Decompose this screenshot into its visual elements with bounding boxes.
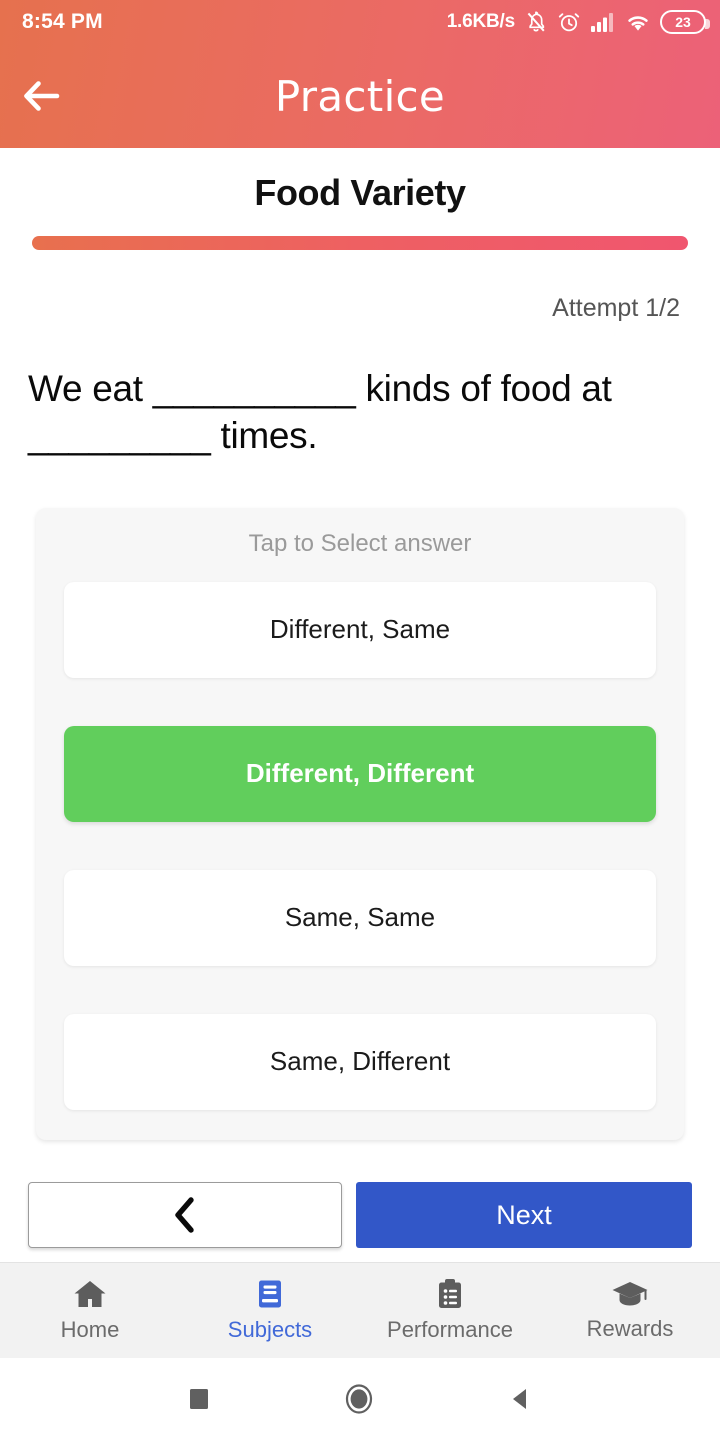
status-bar: 8:54 PM 1.6KB/s 23 [0,0,720,44]
answer-panel: Tap to Select answer Different, Same Dif… [36,507,684,1140]
app-header: 8:54 PM 1.6KB/s 23 Practice [0,0,720,148]
progress-fill [32,236,688,250]
battery-level: 23 [675,14,691,30]
nav-item-performance[interactable]: Performance [360,1263,540,1358]
book-icon [259,1280,281,1308]
answer-option-1[interactable]: Different, Same [64,581,656,678]
nav-item-label: Performance [387,1317,513,1342]
main-content: Food Variety Attempt 1/2 We eat ________… [0,148,720,1262]
status-icons: 1.6KB/s 23 [446,10,710,34]
alarm-icon [558,13,580,32]
previous-button[interactable] [28,1182,342,1248]
square-icon [189,1389,208,1409]
app-root: 8:54 PM 1.6KB/s 23 Practice Food Variety… [0,0,720,1440]
circle-icon [345,1384,373,1414]
answer-option-label: Different, Same [269,614,451,645]
network-speed-text: 1.6KB/s [446,11,516,32]
back-system-button[interactable] [507,1385,533,1413]
attempt-label: Attempt 1/2 [552,294,680,322]
bell-muted-icon [527,11,545,32]
recents-button[interactable] [187,1386,211,1412]
nav-item-label: Home [60,1317,120,1342]
clipboard-icon [439,1279,461,1308]
wifi-icon [628,16,648,31]
graduation-cap-icon [612,1282,648,1306]
arrow-left-icon [24,81,60,111]
answer-option-3[interactable]: Same, Same [64,869,656,966]
bottom-navigation: Home Subjects Performance Rewards [0,1262,720,1358]
nav-item-rewards[interactable]: Rewards [540,1263,720,1358]
nav-item-label: Rewards [586,1316,674,1341]
question-text: We eat __________ kinds of food at _____… [28,368,612,457]
home-button[interactable] [344,1383,374,1415]
triangle-left-icon [513,1389,527,1409]
answer-option-4[interactable]: Same, Different [64,1013,656,1110]
app-bar: Practice [0,44,720,148]
system-navigation-bar [0,1358,720,1440]
page-title: Practice [274,71,446,121]
answer-option-label: Different, Different [245,758,475,789]
answer-option-label: Same, Same [284,902,436,933]
answer-option-label: Same, Different [269,1046,451,1077]
nav-item-home[interactable]: Home [0,1263,180,1358]
battery-icon: 23 [660,10,710,34]
answer-hint: Tap to Select answer [248,529,472,557]
nav-item-label: Subjects [227,1317,313,1342]
nav-item-subjects[interactable]: Subjects [180,1263,360,1358]
progress-bar [32,236,688,250]
chevron-left-icon [175,1197,194,1233]
signal-icon [591,13,613,32]
home-icon [74,1281,106,1307]
status-time: 8:54 PM [22,10,103,33]
answer-option-2[interactable]: Different, Different [64,725,656,822]
back-button[interactable] [14,68,70,124]
next-button[interactable]: Next [356,1182,692,1248]
question-nav-buttons: Next [0,1182,720,1262]
next-button-label: Next [496,1199,552,1230]
lesson-title: Food Variety [254,172,466,213]
